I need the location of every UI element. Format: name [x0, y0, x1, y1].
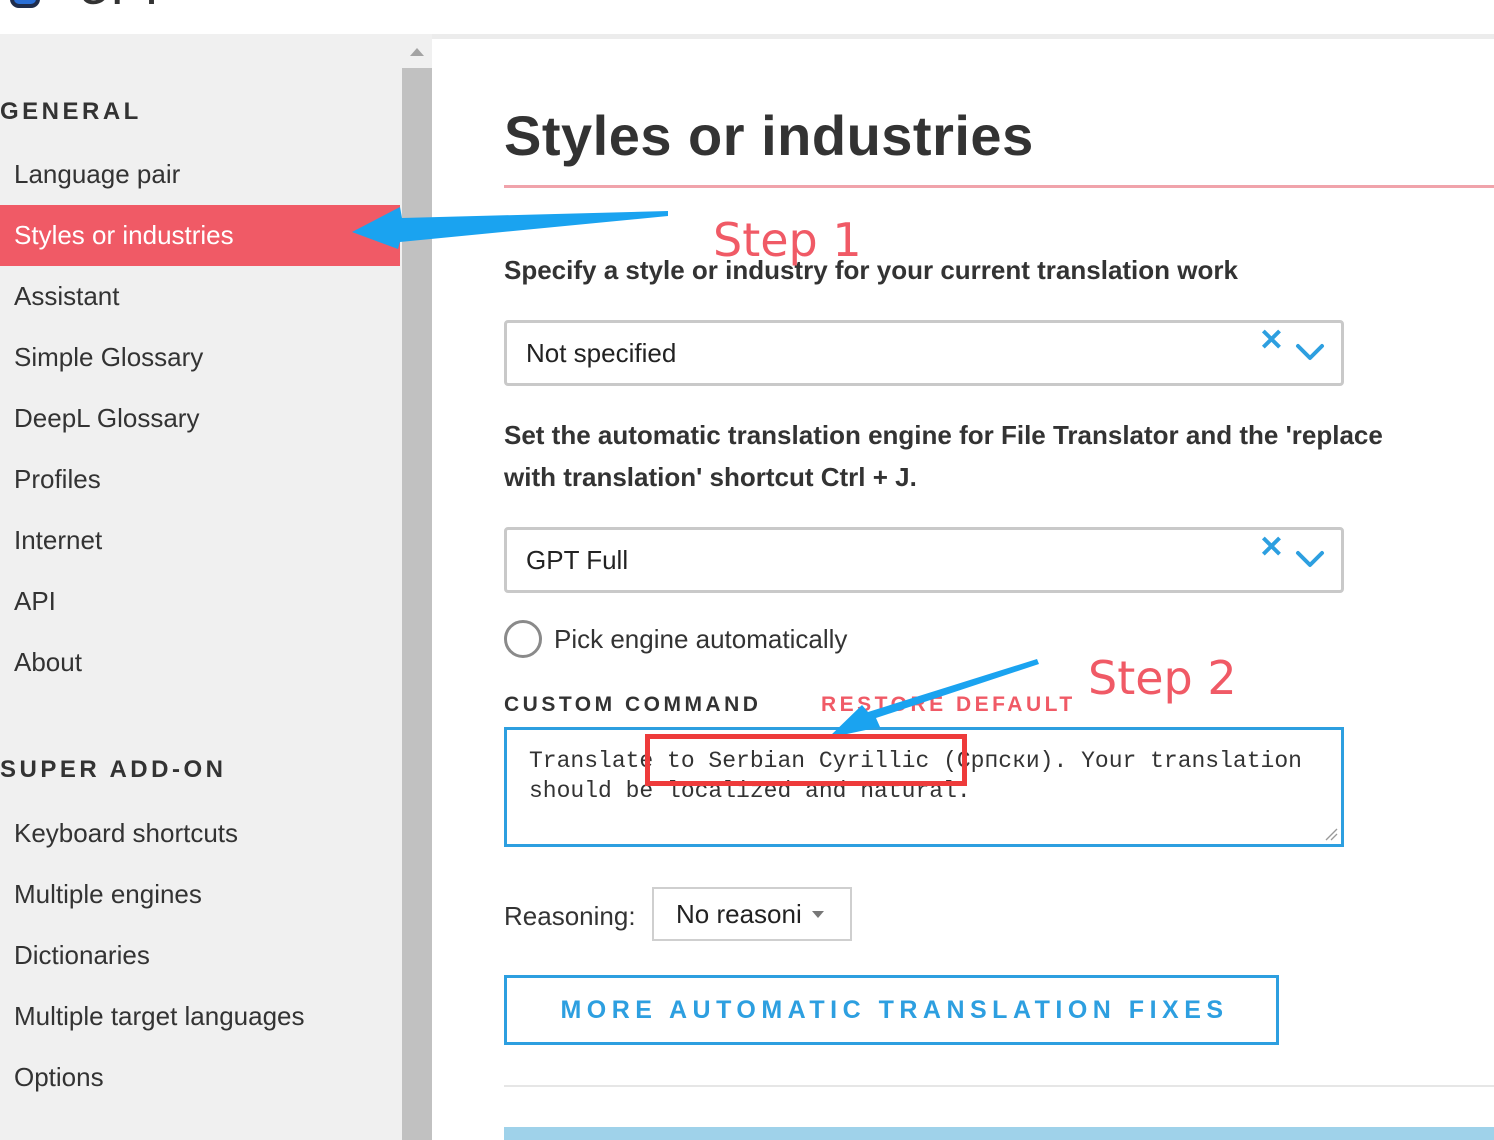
sidebar-item-deepl-glossary[interactable]: DeepL Glossary [0, 388, 400, 449]
style-select-label: Specify a style or industry for your cur… [504, 255, 1238, 285]
title-divider [504, 185, 1494, 188]
sidebar-item-api[interactable]: API [0, 571, 400, 632]
sidebar-item-dictionaries[interactable]: Dictionaries [0, 925, 400, 986]
custom-command-label: CUSTOM COMMAND [504, 693, 762, 716]
sidebar-item-profiles[interactable]: Profiles [0, 449, 400, 510]
sidebar-item-simple-glossary[interactable]: Simple Glossary [0, 327, 400, 388]
engine-select[interactable]: GPT Full ✕ [504, 527, 1344, 593]
scrollbar-thumb[interactable] [402, 68, 432, 1140]
sidebar-item-multiple-target-languages[interactable]: Multiple target languages [0, 986, 400, 1047]
pick-engine-automatically-label: Pick engine automatically [554, 624, 848, 654]
sidebar-heading-super-add-on: SUPER ADD-ON [0, 756, 227, 783]
x-icon[interactable]: ✕ [1259, 530, 1284, 565]
logo-text: GPT [80, 0, 168, 13]
resize-grip-icon[interactable] [1324, 827, 1338, 841]
pick-engine-automatically-radio[interactable] [504, 620, 542, 658]
sidebar-item-language-pair[interactable]: Language pair [0, 144, 400, 205]
sidebar-item-multiple-engines[interactable]: Multiple engines [0, 864, 400, 925]
sidebar-item-about[interactable]: About [0, 632, 400, 693]
page-title: Styles or industries [504, 104, 1034, 167]
sidebar-item-assistant[interactable]: Assistant [0, 266, 400, 327]
section-divider [504, 1085, 1494, 1087]
x-icon[interactable]: ✕ [1259, 323, 1284, 358]
reasoning-select[interactable]: No reasoni [652, 887, 852, 941]
style-select-value: Not specified [526, 338, 677, 368]
main-panel: Styles or industries Specify a style or … [432, 34, 1494, 1140]
sidebar-item-styles-or-industries[interactable]: Styles or industries [0, 205, 400, 266]
step1-label: Step 1 [713, 213, 862, 267]
top-header: GPT [0, 0, 1494, 34]
restore-default-link[interactable]: RESTORE DEFAULT [821, 693, 1076, 717]
sidebar-item-options[interactable]: Options [0, 1047, 400, 1108]
app-logo-icon [10, 0, 40, 8]
style-select[interactable]: Not specified ✕ [504, 320, 1344, 386]
engine-select-label-line1: Set the automatic translation engine for… [504, 420, 1383, 450]
reasoning-select-value: No reasoni [676, 899, 802, 929]
bottom-banner [504, 1127, 1494, 1140]
serbian-cyrillic-highlight-box [645, 734, 967, 786]
chevron-down-icon[interactable] [1295, 550, 1325, 568]
sidebar-scrollbar[interactable] [402, 34, 432, 1140]
chevron-down-icon[interactable] [1295, 343, 1325, 361]
sidebar-heading-general: GENERAL [0, 98, 142, 125]
sidebar-item-keyboard-shortcuts[interactable]: Keyboard shortcuts [0, 803, 400, 864]
more-automatic-translation-fixes-button[interactable]: MORE AUTOMATIC TRANSLATION FIXES [504, 975, 1279, 1045]
dropdown-caret-icon [812, 911, 824, 918]
engine-select-value: GPT Full [526, 545, 629, 575]
sidebar: GENERAL Language pair Styles or industri… [0, 34, 402, 1140]
engine-select-label-line2: with translation' shortcut Ctrl + J. [504, 462, 917, 492]
sidebar-item-internet[interactable]: Internet [0, 510, 400, 571]
reasoning-label: Reasoning: [504, 901, 636, 931]
step2-label: Step 2 [1088, 651, 1237, 705]
scroll-up-arrow-icon[interactable] [410, 48, 424, 56]
